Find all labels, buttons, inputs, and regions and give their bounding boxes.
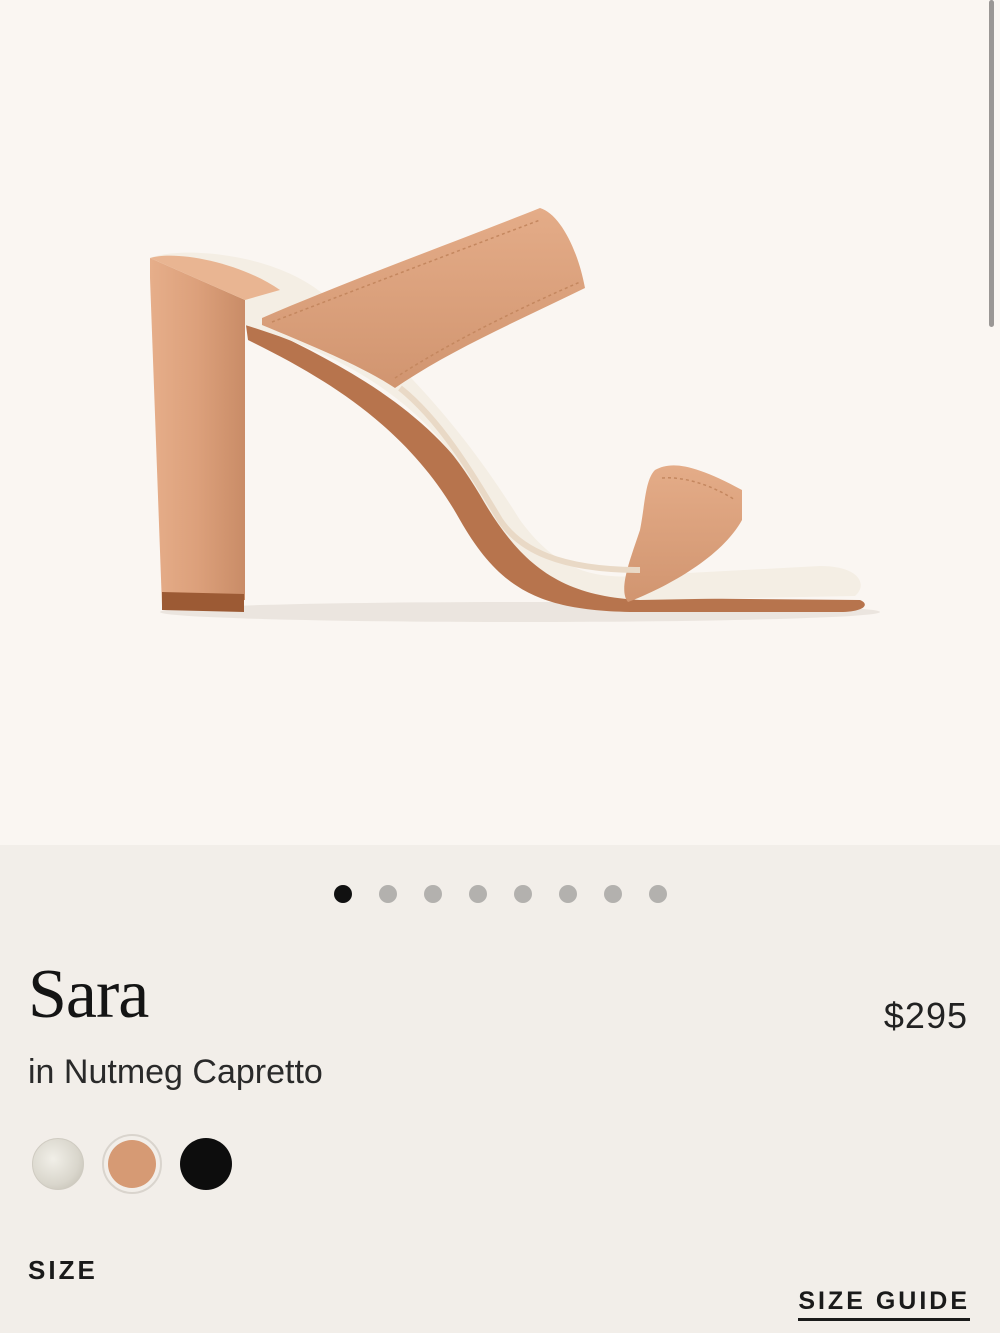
carousel-dot[interactable] (648, 885, 667, 903)
carousel-dots[interactable] (0, 885, 1000, 905)
carousel-dot[interactable] (468, 885, 487, 903)
product-image-area[interactable] (0, 0, 1000, 845)
product-name: Sara (28, 956, 149, 1033)
swatch-nutmeg[interactable] (102, 1134, 162, 1194)
size-label: SIZE (28, 1255, 98, 1285)
carousel-dot[interactable] (603, 885, 622, 903)
product-price: $295 (883, 995, 968, 1036)
carousel-dot[interactable] (513, 885, 532, 903)
carousel-dot[interactable] (558, 885, 577, 903)
carousel-dot[interactable] (333, 885, 352, 903)
sandal-image (150, 208, 880, 622)
product-color-subtitle: in Nutmeg Capretto (28, 1053, 323, 1091)
carousel-dot[interactable] (378, 885, 397, 903)
carousel-dot[interactable] (423, 885, 442, 903)
swatch-fill (108, 1140, 156, 1188)
size-guide-link[interactable]: SIZE GUIDE (798, 1287, 970, 1321)
swatch-black[interactable] (180, 1138, 232, 1190)
swatch-silver-metallic[interactable] (32, 1138, 84, 1190)
scrollbar[interactable] (989, 0, 994, 327)
